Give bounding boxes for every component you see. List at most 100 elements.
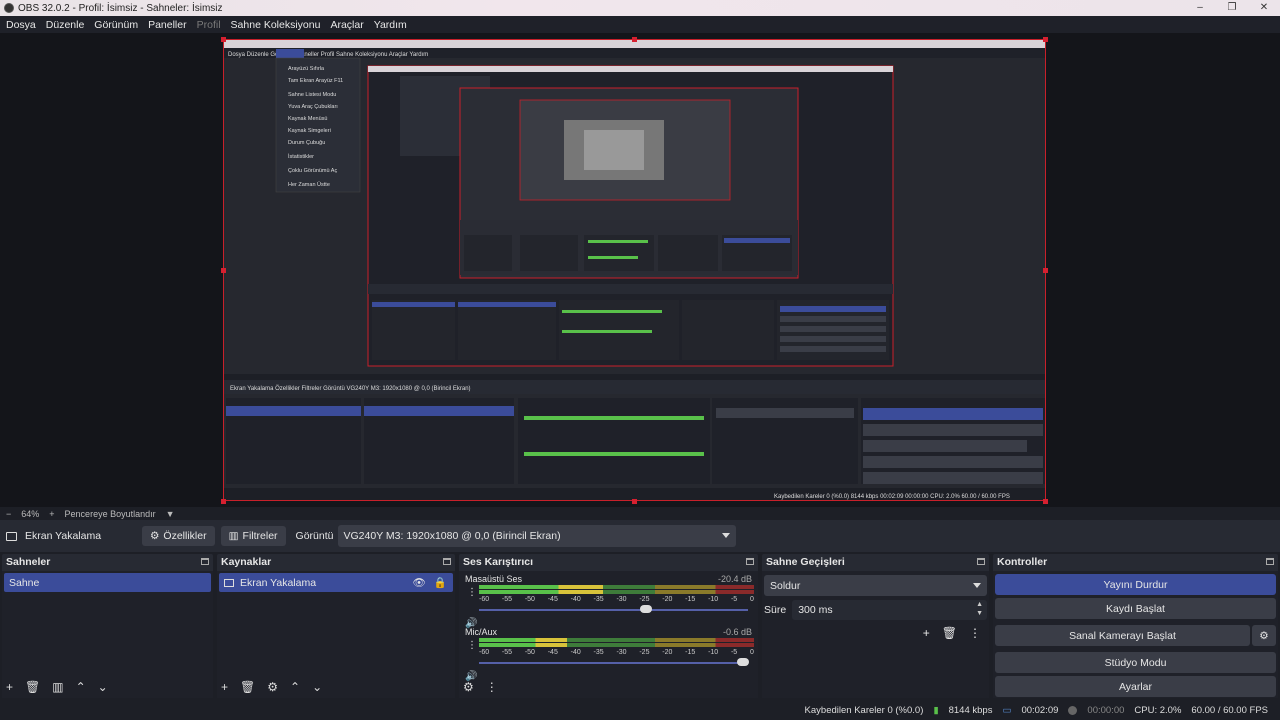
up-arrow-icon[interactable]: ⌃ [76,680,86,694]
window-title: OBS 32.0.2 - Profil: İsimsiz - Sahneler:… [18,2,223,14]
down-arrow-icon[interactable]: ⌄ [312,680,322,694]
scene-item[interactable]: Sahne [4,573,211,592]
gear-icon: ⚙ [150,530,160,542]
maximize-button[interactable]: ❐ [1216,0,1248,16]
stop-stream-button[interactable]: Yayını Durdur [995,574,1276,595]
zoom-bar: − 64% + Pencereye Boyutlandır ▼ [0,507,1280,520]
undock-icon[interactable] [443,558,451,565]
duration-label: Süre [764,604,787,616]
add-icon[interactable]: + [923,626,930,640]
gear-icon[interactable]: ⚙ [267,680,278,694]
source-item[interactable]: Ekran Yakalama 👁 🔒 [219,573,453,592]
controls-dock-title: Kontroller [993,554,1278,570]
resize-handle-tr[interactable] [1043,37,1048,42]
duration-spinbox[interactable]: 300 ms ▲ ▼ [792,600,987,620]
down-arrow-icon[interactable]: ⌄ [98,680,108,694]
svg-text:Durum Çubuğu: Durum Çubuğu [288,140,325,146]
undock-icon[interactable] [977,558,985,565]
trash-icon[interactable]: 🗑 [240,680,255,694]
resize-handle-b[interactable] [632,499,637,504]
menu-scene-collection[interactable]: Sahne Koleksiyonu [231,19,321,31]
add-icon[interactable]: + [221,680,228,694]
audio-mixer-dock-title: Ses Karıştırıcı [459,554,758,570]
menu-file[interactable]: Dosya [6,19,36,31]
menu-view[interactable]: Görünüm [94,19,138,31]
chevron-down-icon [973,583,981,588]
settings-button[interactable]: Ayarlar [995,676,1276,697]
trash-icon[interactable]: 🗑 [25,680,40,694]
zoom-mode-select[interactable]: Pencereye Boyutlandır [65,509,156,519]
title-bar: OBS 32.0.2 - Profil: İsimsiz - Sahneler:… [0,0,1280,16]
more-options-icon[interactable]: ⋮ [969,626,981,640]
gear-icon: ⚙ [1259,629,1269,642]
zoom-in-button[interactable]: + [49,509,54,519]
lock-icon[interactable]: 🔒 [434,576,447,589]
transitions-dock: Sahne Geçişleri Soldur Süre 300 ms ▲ ▼ + … [762,554,989,698]
channel-db: -20.4 dB [717,574,752,584]
close-button[interactable]: ✕ [1248,0,1280,16]
transitions-body: Soldur Süre 300 ms ▲ ▼ + 🗑 ⋮ [762,571,989,698]
menu-profile[interactable]: Profil [197,19,221,31]
start-virtual-camera-button[interactable]: Sanal Kamerayı Başlat [995,625,1250,646]
more-options-icon[interactable]: ⋮ [467,640,477,651]
display-select[interactable]: VG240Y M3: 1920x1080 @ 0,0 (Birincil Ekr… [337,525,736,547]
volume-slider[interactable] [479,658,749,668]
transition-select[interactable]: Soldur [764,575,987,596]
zoom-value: 64% [21,508,40,519]
resize-handle-br[interactable] [1043,499,1048,504]
more-options-icon[interactable]: ⋮ [467,587,477,598]
menu-docks[interactable]: Paneller [148,19,187,31]
volume-slider[interactable] [479,605,748,615]
add-icon[interactable]: + [6,680,13,694]
menu-help[interactable]: Yardım [374,19,407,31]
virtual-camera-settings-button[interactable]: ⚙ [1252,625,1276,646]
channel-name: Mic/Aux [465,627,498,637]
studio-mode-button[interactable]: Stüdyo Modu [995,652,1276,673]
scenes-toolbar: + 🗑 ▥ ⌃ ⌄ [2,676,213,698]
undock-icon[interactable] [746,558,754,565]
start-recording-button[interactable]: Kaydı Başlat [995,598,1276,619]
resize-handle-l[interactable] [221,268,226,273]
svg-text:Tam Ekran Arayüz F11: Tam Ekran Arayüz F11 [288,78,343,84]
current-source-label: Ekran Yakalama [25,530,102,542]
resize-handle-tl[interactable] [221,37,226,42]
record-time: 00:00:00 [1087,704,1125,716]
properties-button[interactable]: ⚙ Özellikler [142,526,215,546]
resize-handle-r[interactable] [1043,268,1048,273]
up-arrow-icon[interactable]: ⌃ [290,680,300,694]
dropped-frames: Kaybedilen Kareler 0 (%0.0) [804,704,924,716]
svg-text:İstatistikler: İstatistikler [288,153,314,160]
menu-edit[interactable]: Düzenle [46,19,85,31]
svg-text:Her Zaman Üstte: Her Zaman Üstte [288,181,330,188]
more-options-icon[interactable]: ⋮ [486,680,498,694]
minimize-button[interactable]: – [1184,0,1216,16]
controls-dock: Kontroller Yayını Durdur Kaydı Başlat Sa… [993,554,1278,698]
preview-canvas[interactable]: Dosya Düzenle Görünüm Paneller Profil Sa… [223,39,1046,501]
resize-handle-bl[interactable] [221,499,226,504]
volume-knob[interactable] [639,605,652,613]
zoom-out-button[interactable]: − [6,509,11,519]
meter-ticks: -60 -55 -50 -45 -40 -35 -30 -25 -20 -15 -10 -5 0 [479,649,754,656]
resize-handle-t[interactable] [632,37,637,42]
undock-icon[interactable] [201,558,209,565]
bitrate: 8144 kbps [948,704,993,716]
advanced-audio-icon[interactable]: ⚙ [463,680,474,694]
chevron-down-icon[interactable]: ▼ [166,509,175,519]
filter-icon[interactable]: ▥ [52,680,63,694]
preview-area: Dosya Düzenle Görünüm Paneller Profil Sa… [0,33,1280,507]
controls-body: Yayını Durdur Kaydı Başlat Sanal Kameray… [993,571,1278,698]
obs-logo-icon [4,3,14,13]
eye-icon[interactable]: 👁 [413,576,426,589]
volume-knob[interactable] [736,658,749,666]
fps: 60.00 / 60.00 FPS [1191,704,1268,716]
audio-meter [479,638,754,649]
monitor-icon [6,531,17,541]
trash-icon[interactable]: 🗑 [942,626,957,640]
filters-button[interactable]: ▥ Filtreler [220,526,286,546]
undock-icon[interactable] [1266,558,1274,565]
spin-arrows-icon[interactable]: ▲ ▼ [976,600,983,618]
chevron-down-icon [721,533,730,538]
scenes-list: Sahne + 🗑 ▥ ⌃ ⌄ [2,571,213,698]
nested-preview-image: Dosya Düzenle Görünüm Paneller Profil Sa… [224,40,1045,500]
menu-tools[interactable]: Araçlar [330,19,363,31]
